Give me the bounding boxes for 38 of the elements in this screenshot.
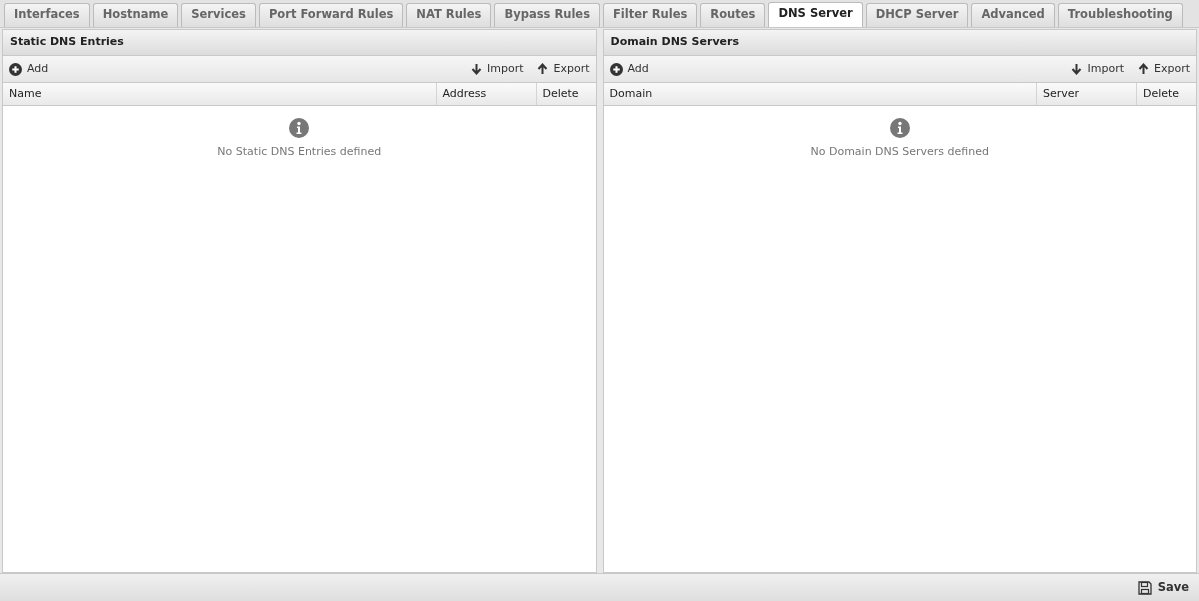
column-header[interactable]: Name (3, 83, 436, 105)
arrow-up-icon (1138, 63, 1149, 75)
column-header[interactable]: Server (1036, 83, 1136, 105)
arrow-down-icon (470, 63, 482, 75)
tab[interactable]: Troubleshooting (1057, 2, 1183, 27)
tab[interactable]: DHCP Server (865, 2, 969, 27)
add-button[interactable]: Add (9, 60, 49, 78)
info-icon (889, 118, 910, 138)
add-button[interactable]: Add (609, 60, 649, 78)
tab[interactable]: Interfaces (4, 2, 90, 27)
column-header[interactable]: Domain (603, 83, 1036, 105)
info-icon (289, 118, 310, 138)
import-button[interactable]: Import (470, 60, 524, 78)
empty-message: No Domain DNS Servers defined (810, 144, 989, 160)
arrow-up-icon (537, 63, 549, 75)
add-icon (9, 62, 22, 76)
add-icon (609, 62, 623, 76)
tab[interactable]: Hostname (92, 2, 179, 27)
column-header[interactable]: Delete (1136, 83, 1196, 105)
import-button[interactable]: Import (1071, 60, 1124, 78)
empty-message: No Static DNS Entries defined (217, 144, 382, 160)
tab[interactable]: Services (181, 2, 256, 27)
tab[interactable]: NAT Rules (406, 2, 492, 27)
export-button[interactable]: Export (537, 60, 590, 78)
column-header[interactable]: Address (435, 83, 536, 105)
panel-title: Domain DNS Servers (603, 30, 1196, 56)
save-button[interactable]: Save (1137, 578, 1189, 597)
arrow-down-icon (1071, 63, 1083, 75)
tab[interactable]: Filter Rules (603, 2, 698, 27)
tab[interactable]: DNS Server (768, 1, 863, 27)
export-button[interactable]: Export (1138, 60, 1190, 78)
panel-title: Static DNS Entries (3, 30, 596, 56)
tab[interactable]: Bypass Rules (494, 2, 600, 27)
tab[interactable]: Advanced (971, 2, 1055, 27)
tab[interactable]: Routes (700, 2, 766, 27)
column-header[interactable]: Delete (535, 83, 596, 105)
save-icon (1137, 580, 1152, 595)
tab[interactable]: Port Forward Rules (258, 2, 404, 27)
